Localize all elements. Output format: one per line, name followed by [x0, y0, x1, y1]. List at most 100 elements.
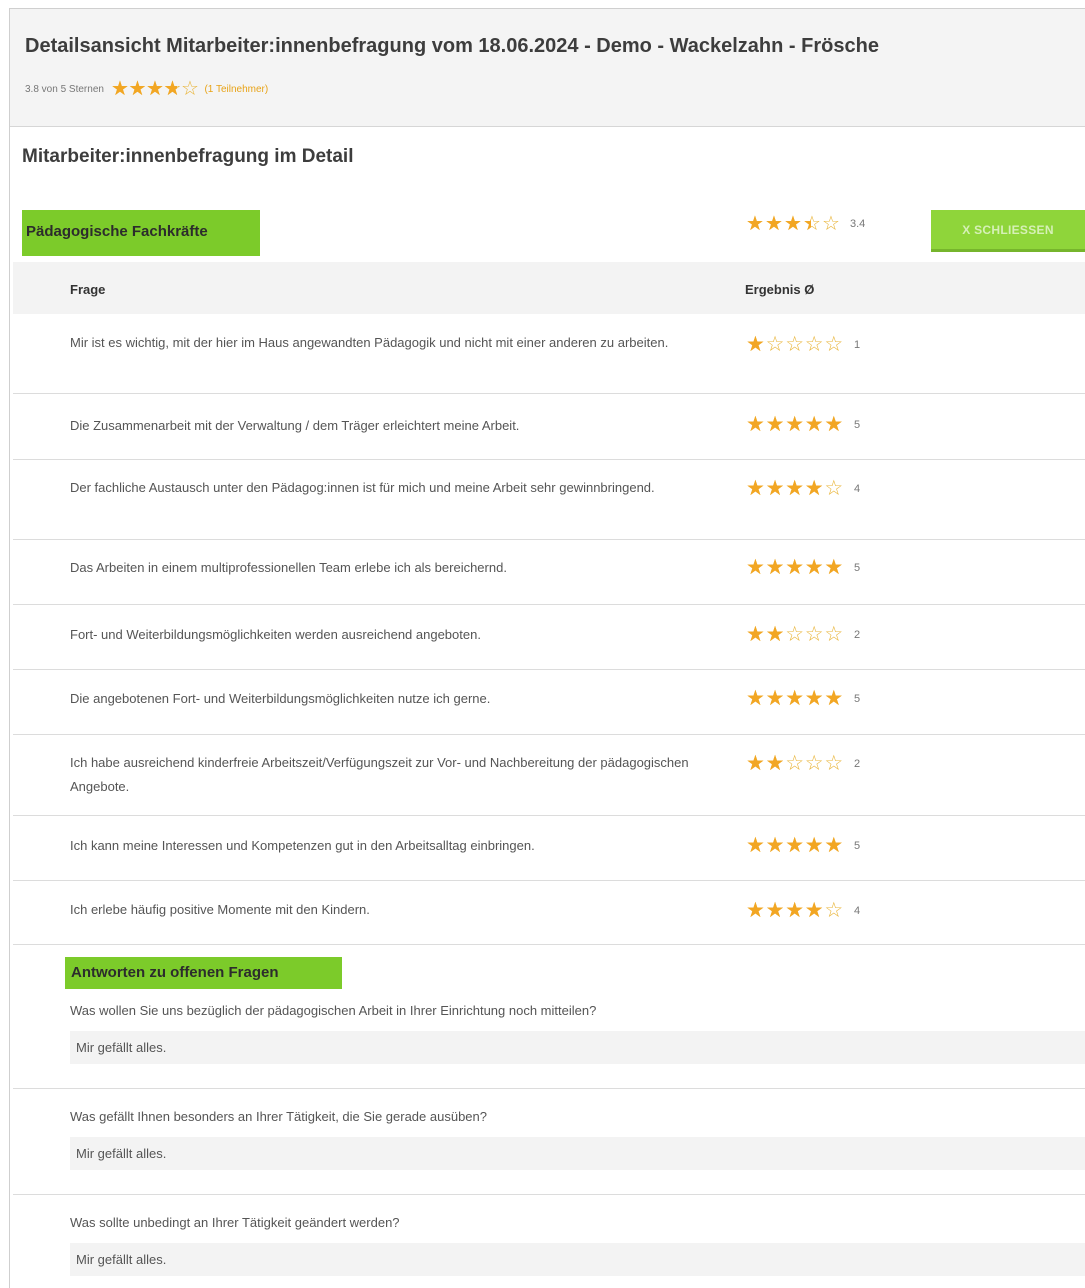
row-rating: ☆ ★ ☆ ★ ☆ ★ ☆ ★ ☆ 4	[746, 478, 860, 499]
star-filled-icon: ☆★	[746, 899, 765, 922]
overall-rating: 3.8 von 5 Sternen ☆ ★ ☆ ★ ☆ ★ ☆ ★ ☆ (1 Teilnehme…	[25, 79, 268, 99]
star-empty-icon: ☆	[785, 333, 805, 356]
row-rating-stars: ☆ ★ ☆ ★ ☆ ★ ☆ ★ ☆ ★	[746, 688, 844, 709]
table-row: Ich kann meine Interessen und Kompetenze…	[13, 816, 1085, 881]
group-rating-value: 3.4	[850, 218, 866, 230]
star-empty-icon: ☆	[824, 623, 844, 646]
star-filled-icon: ☆★	[765, 899, 785, 922]
star-filled-icon: ☆★	[824, 413, 844, 436]
star-filled-icon: ☆★	[746, 213, 764, 235]
row-rating: ☆ ★ ☆ ★ ☆ ★ ☆ ★ ☆ 4	[746, 900, 860, 921]
star-filled-icon: ☆★	[746, 333, 765, 356]
star-filled-icon: ☆★	[765, 556, 785, 579]
open-answer: Mir gefällt alles.	[70, 1031, 1085, 1064]
star-empty-icon: ☆	[804, 752, 824, 775]
star-filled-icon: ☆★	[824, 687, 844, 710]
row-rating-stars: ☆ ★ ☆ ☆ ☆ ☆	[746, 334, 844, 355]
question-text: Die angebotenen Fort- und Weiterbildungs…	[70, 691, 491, 706]
question-table: Mir ist es wichtig, mit der hier im Haus…	[13, 314, 1085, 945]
table-row: Die Zusammenarbeit mit der Verwaltung / …	[13, 394, 1085, 460]
star-filled-icon: ☆★	[804, 687, 824, 710]
star-filled-icon: ☆★	[804, 556, 824, 579]
star-filled-icon: ☆★	[746, 413, 765, 436]
star-filled-icon: ☆★	[784, 213, 802, 235]
question-text: Mir ist es wichtig, mit der hier im Haus…	[70, 335, 669, 350]
star-filled-icon: ☆★	[746, 477, 765, 500]
star-empty-icon: ☆	[785, 752, 805, 775]
star-empty-icon: ☆	[824, 333, 844, 356]
star-filled-icon: ☆★	[746, 752, 765, 775]
star-filled-icon: ☆★	[765, 687, 785, 710]
star-filled-icon: ☆★	[746, 556, 765, 579]
participants-link[interactable]: (1 Teilnehmer)	[204, 84, 268, 95]
star-filled-icon: ☆★	[145, 78, 164, 100]
row-rating-stars: ☆ ★ ☆ ★ ☆ ★ ☆ ★ ☆ ★	[746, 414, 844, 435]
table-row: Das Arbeiten in einem multiprofessionell…	[13, 540, 1085, 605]
open-question-text: Was wollen Sie uns bezüglich der pädagog…	[70, 1003, 597, 1018]
star-filled-icon: ☆★	[746, 834, 765, 857]
table-row: Der fachliche Austausch unter den Pädago…	[13, 460, 1085, 540]
star-filled-icon: ☆★	[128, 78, 147, 100]
star-filled-icon: ☆★	[746, 623, 765, 646]
row-rating-value: 5	[853, 692, 861, 705]
question-text: Der fachliche Austausch unter den Pädago…	[70, 480, 655, 495]
open-questions-label: Antworten zu offenen Fragen	[65, 957, 342, 989]
divider	[13, 1194, 1085, 1195]
star-filled-icon: ☆★	[765, 477, 785, 500]
open-answer: Mir gefällt alles.	[70, 1137, 1085, 1170]
group-rating-stars: ☆★☆★☆★☆★☆	[746, 214, 841, 234]
star-filled-icon: ☆★	[785, 899, 805, 922]
star-filled-icon: ☆★	[765, 752, 785, 775]
row-rating-value: 4	[853, 904, 861, 917]
row-rating: ☆ ★ ☆ ☆ ☆ ☆ 1	[746, 334, 860, 355]
column-header-question: Frage	[70, 282, 106, 297]
star-filled-icon: ☆★	[803, 213, 821, 235]
star-empty-icon: ☆	[804, 623, 824, 646]
star-filled-icon: ☆★	[804, 413, 824, 436]
question-text: Ich habe ausreichend kinderfreie Arbeits…	[70, 755, 689, 794]
group-label: Pädagogische Fachkräfte	[22, 210, 260, 256]
overall-rating-stars: ☆ ★ ☆ ★ ☆ ★ ☆ ★ ☆	[111, 79, 199, 99]
close-button[interactable]: X SCHLIESSEN	[931, 210, 1085, 252]
table-row: Die angebotenen Fort- und Weiterbildungs…	[13, 670, 1085, 735]
page-header: Detailsansicht Mitarbeiter:innenbefragun…	[10, 9, 1085, 127]
star-filled-icon: ☆★	[785, 556, 805, 579]
row-rating-value: 2	[853, 628, 861, 641]
star-filled-icon: ☆★	[824, 834, 844, 857]
question-text: Ich kann meine Interessen und Kompetenze…	[70, 838, 535, 853]
star-filled-icon: ☆★	[163, 78, 182, 100]
row-rating: ☆ ★ ☆ ★ ☆ ★ ☆ ★ ☆ ★ 5	[746, 835, 860, 856]
star-filled-icon: ☆★	[804, 899, 824, 922]
column-header-result: Ergebnis Ø	[745, 282, 815, 297]
row-rating-stars: ☆ ★ ☆ ★ ☆ ★ ☆ ★ ☆ ★	[746, 557, 844, 578]
star-empty-icon: ☆	[822, 213, 840, 235]
row-rating-value: 2	[853, 757, 861, 770]
open-question-text: Was gefällt Ihnen besonders an Ihrer Tät…	[70, 1109, 487, 1124]
overall-rating-text: 3.8 von 5 Sternen	[25, 83, 104, 95]
table-row: Fort- und Weiterbildungsmöglichkeiten we…	[13, 605, 1085, 670]
row-rating: ☆ ★ ☆ ★ ☆ ☆ ☆ 2	[746, 753, 860, 774]
row-rating-value: 4	[853, 482, 861, 495]
star-empty-icon: ☆	[765, 333, 785, 356]
star-filled-icon: ☆★	[785, 834, 805, 857]
row-rating-value: 5	[853, 839, 861, 852]
question-text: Das Arbeiten in einem multiprofessionell…	[70, 560, 507, 575]
open-answer: Mir gefällt alles.	[70, 1243, 1085, 1276]
divider	[13, 1088, 1085, 1089]
star-filled-icon: ☆★	[765, 213, 783, 235]
row-rating: ☆ ★ ☆ ★ ☆ ★ ☆ ★ ☆ ★ 5	[746, 688, 860, 709]
row-rating: ☆ ★ ☆ ★ ☆ ★ ☆ ★ ☆ ★ 5	[746, 557, 860, 578]
star-filled-icon: ☆★	[765, 623, 785, 646]
star-filled-icon: ☆★	[110, 78, 129, 100]
star-filled-icon: ☆★	[804, 834, 824, 857]
star-empty-icon: ☆	[824, 477, 844, 500]
row-rating-value: 1	[853, 338, 861, 351]
table-header: Frage Ergebnis Ø	[13, 262, 1085, 314]
row-rating-value: 5	[853, 561, 861, 574]
question-text: Fort- und Weiterbildungsmöglichkeiten we…	[70, 627, 481, 642]
table-row: Mir ist es wichtig, mit der hier im Haus…	[13, 314, 1085, 394]
star-filled-icon: ☆★	[785, 477, 805, 500]
star-filled-icon: ☆★	[765, 413, 785, 436]
row-rating: ☆ ★ ☆ ★ ☆ ★ ☆ ★ ☆ ★ 5	[746, 414, 860, 435]
star-filled-icon: ☆★	[804, 477, 824, 500]
